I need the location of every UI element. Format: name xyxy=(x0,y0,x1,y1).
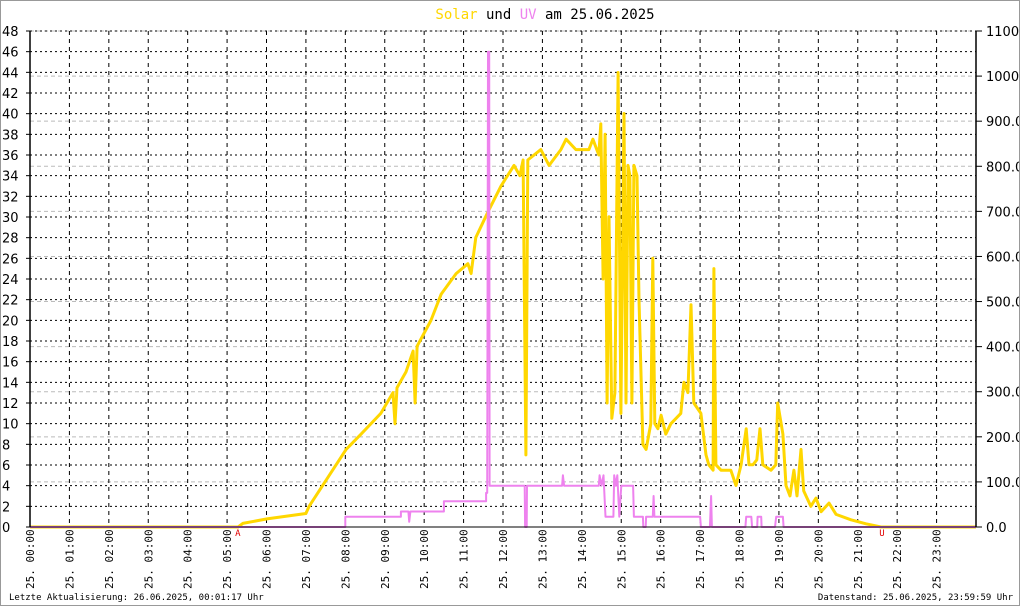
left-tick-label: 28 xyxy=(2,232,19,247)
x-tick-label: 25. 07:00 xyxy=(300,529,313,589)
left-tick-label: 42 xyxy=(2,87,19,102)
right-tick-label: 300.0 xyxy=(986,386,1019,401)
x-tick-label: 25. 02:00 xyxy=(103,529,116,589)
right-tick-label: 900.0 xyxy=(986,115,1019,130)
sunset-marker: U xyxy=(879,529,884,539)
x-tick-label: 25. 09:00 xyxy=(379,529,392,589)
left-tick-label: 48 xyxy=(2,25,19,40)
right-tick-label: 0.0 xyxy=(986,521,1007,536)
x-tick-label: 25. 06:00 xyxy=(261,529,274,589)
data-status-text: Datenstand: 25.06.2025, 23:59:59 Uhr xyxy=(817,593,1013,603)
x-tick-label: 25. 08:00 xyxy=(339,529,352,589)
left-tick-label: 34 xyxy=(2,170,19,185)
left-tick-label: 18 xyxy=(2,335,19,350)
solar-uv-chart: Solar und UV am 25.06.2025 0.0 100.0 200.0… xyxy=(2,7,1019,589)
left-tick-label: 4 xyxy=(2,480,10,495)
title-date: am 25.06.2025 xyxy=(537,7,655,23)
title-uv: UV xyxy=(520,7,537,23)
left-tick-label: 36 xyxy=(2,149,19,164)
x-tick-label: 25. 13:00 xyxy=(536,529,549,589)
left-tick-label: 12 xyxy=(2,397,19,412)
x-tick-label: 25. 17:00 xyxy=(694,529,707,589)
chart-window: Solar und UV am 25.06.2025 0.0 100.0 200.0… xyxy=(0,0,1020,606)
x-tick-label: 25. 03:00 xyxy=(142,529,155,589)
x-tick-label: 25. 20:00 xyxy=(812,529,825,589)
left-tick-label: 20 xyxy=(2,314,19,329)
left-tick-label: 14 xyxy=(2,376,19,391)
x-tick-label: 25. 11:00 xyxy=(458,529,471,589)
right-tick-label: 200.0 xyxy=(986,431,1019,446)
left-tick-label: 26 xyxy=(2,252,19,267)
x-tick-label: 25. 21:00 xyxy=(852,529,865,589)
left-tick-label: 6 xyxy=(2,459,10,474)
left-tick-label: 8 xyxy=(2,438,10,453)
x-tick-label: 25. 10:00 xyxy=(418,529,431,589)
right-tick-label: 100.0 xyxy=(986,476,1019,491)
chart-title: Solar und UV am 25.06.2025 xyxy=(435,7,654,23)
left-tick-label: 22 xyxy=(2,294,19,309)
left-tick-label: 32 xyxy=(2,190,19,205)
left-tick-label: 16 xyxy=(2,356,19,371)
x-tick-label: 25. 16:00 xyxy=(655,529,668,589)
left-tick-label: 46 xyxy=(2,46,19,61)
x-tick-label: 25. 15:00 xyxy=(615,529,628,589)
right-tick-label: 500.0 xyxy=(986,296,1019,311)
right-tick-label: 1000 xyxy=(986,70,1019,85)
left-tick-label: 10 xyxy=(2,418,19,433)
left-tick-label: 24 xyxy=(2,273,19,288)
right-tick-label: 400.0 xyxy=(986,341,1019,356)
x-tick-label: 25. 19:00 xyxy=(773,529,786,589)
right-tick-label: 600.0 xyxy=(986,250,1019,265)
left-tick-label: 40 xyxy=(2,108,19,123)
right-tick-label: 800.0 xyxy=(986,160,1019,175)
left-tick-label: 38 xyxy=(2,128,19,143)
x-tick-label: 25. 18:00 xyxy=(734,529,747,589)
title-solar: Solar xyxy=(435,7,477,23)
sunrise-marker: A xyxy=(235,529,241,539)
left-tick-label: 44 xyxy=(2,66,19,81)
x-tick-label: 25. 23:00 xyxy=(931,529,944,589)
x-tick-label: 25. 22:00 xyxy=(891,529,904,589)
last-update-text: Letzte Aktualisierung: 26.06.2025, 00:01… xyxy=(9,593,264,603)
x-tick-label: 25. 05:00 xyxy=(221,529,234,589)
x-tick-label: 25. 14:00 xyxy=(576,529,589,589)
left-tick-label: 2 xyxy=(2,500,10,515)
x-tick-label: 25. 04:00 xyxy=(182,529,195,589)
right-tick-label: 1100 xyxy=(986,25,1019,40)
x-tick-label: 25. 12:00 xyxy=(497,529,510,589)
left-tick-label: 0 xyxy=(2,521,10,536)
right-tick-label: 700.0 xyxy=(986,205,1019,220)
title-und: und xyxy=(478,7,520,23)
x-tick-label: 25. 00:00 xyxy=(24,529,37,589)
left-tick-label: 30 xyxy=(2,211,19,226)
x-tick-label: 25. 01:00 xyxy=(63,529,76,589)
